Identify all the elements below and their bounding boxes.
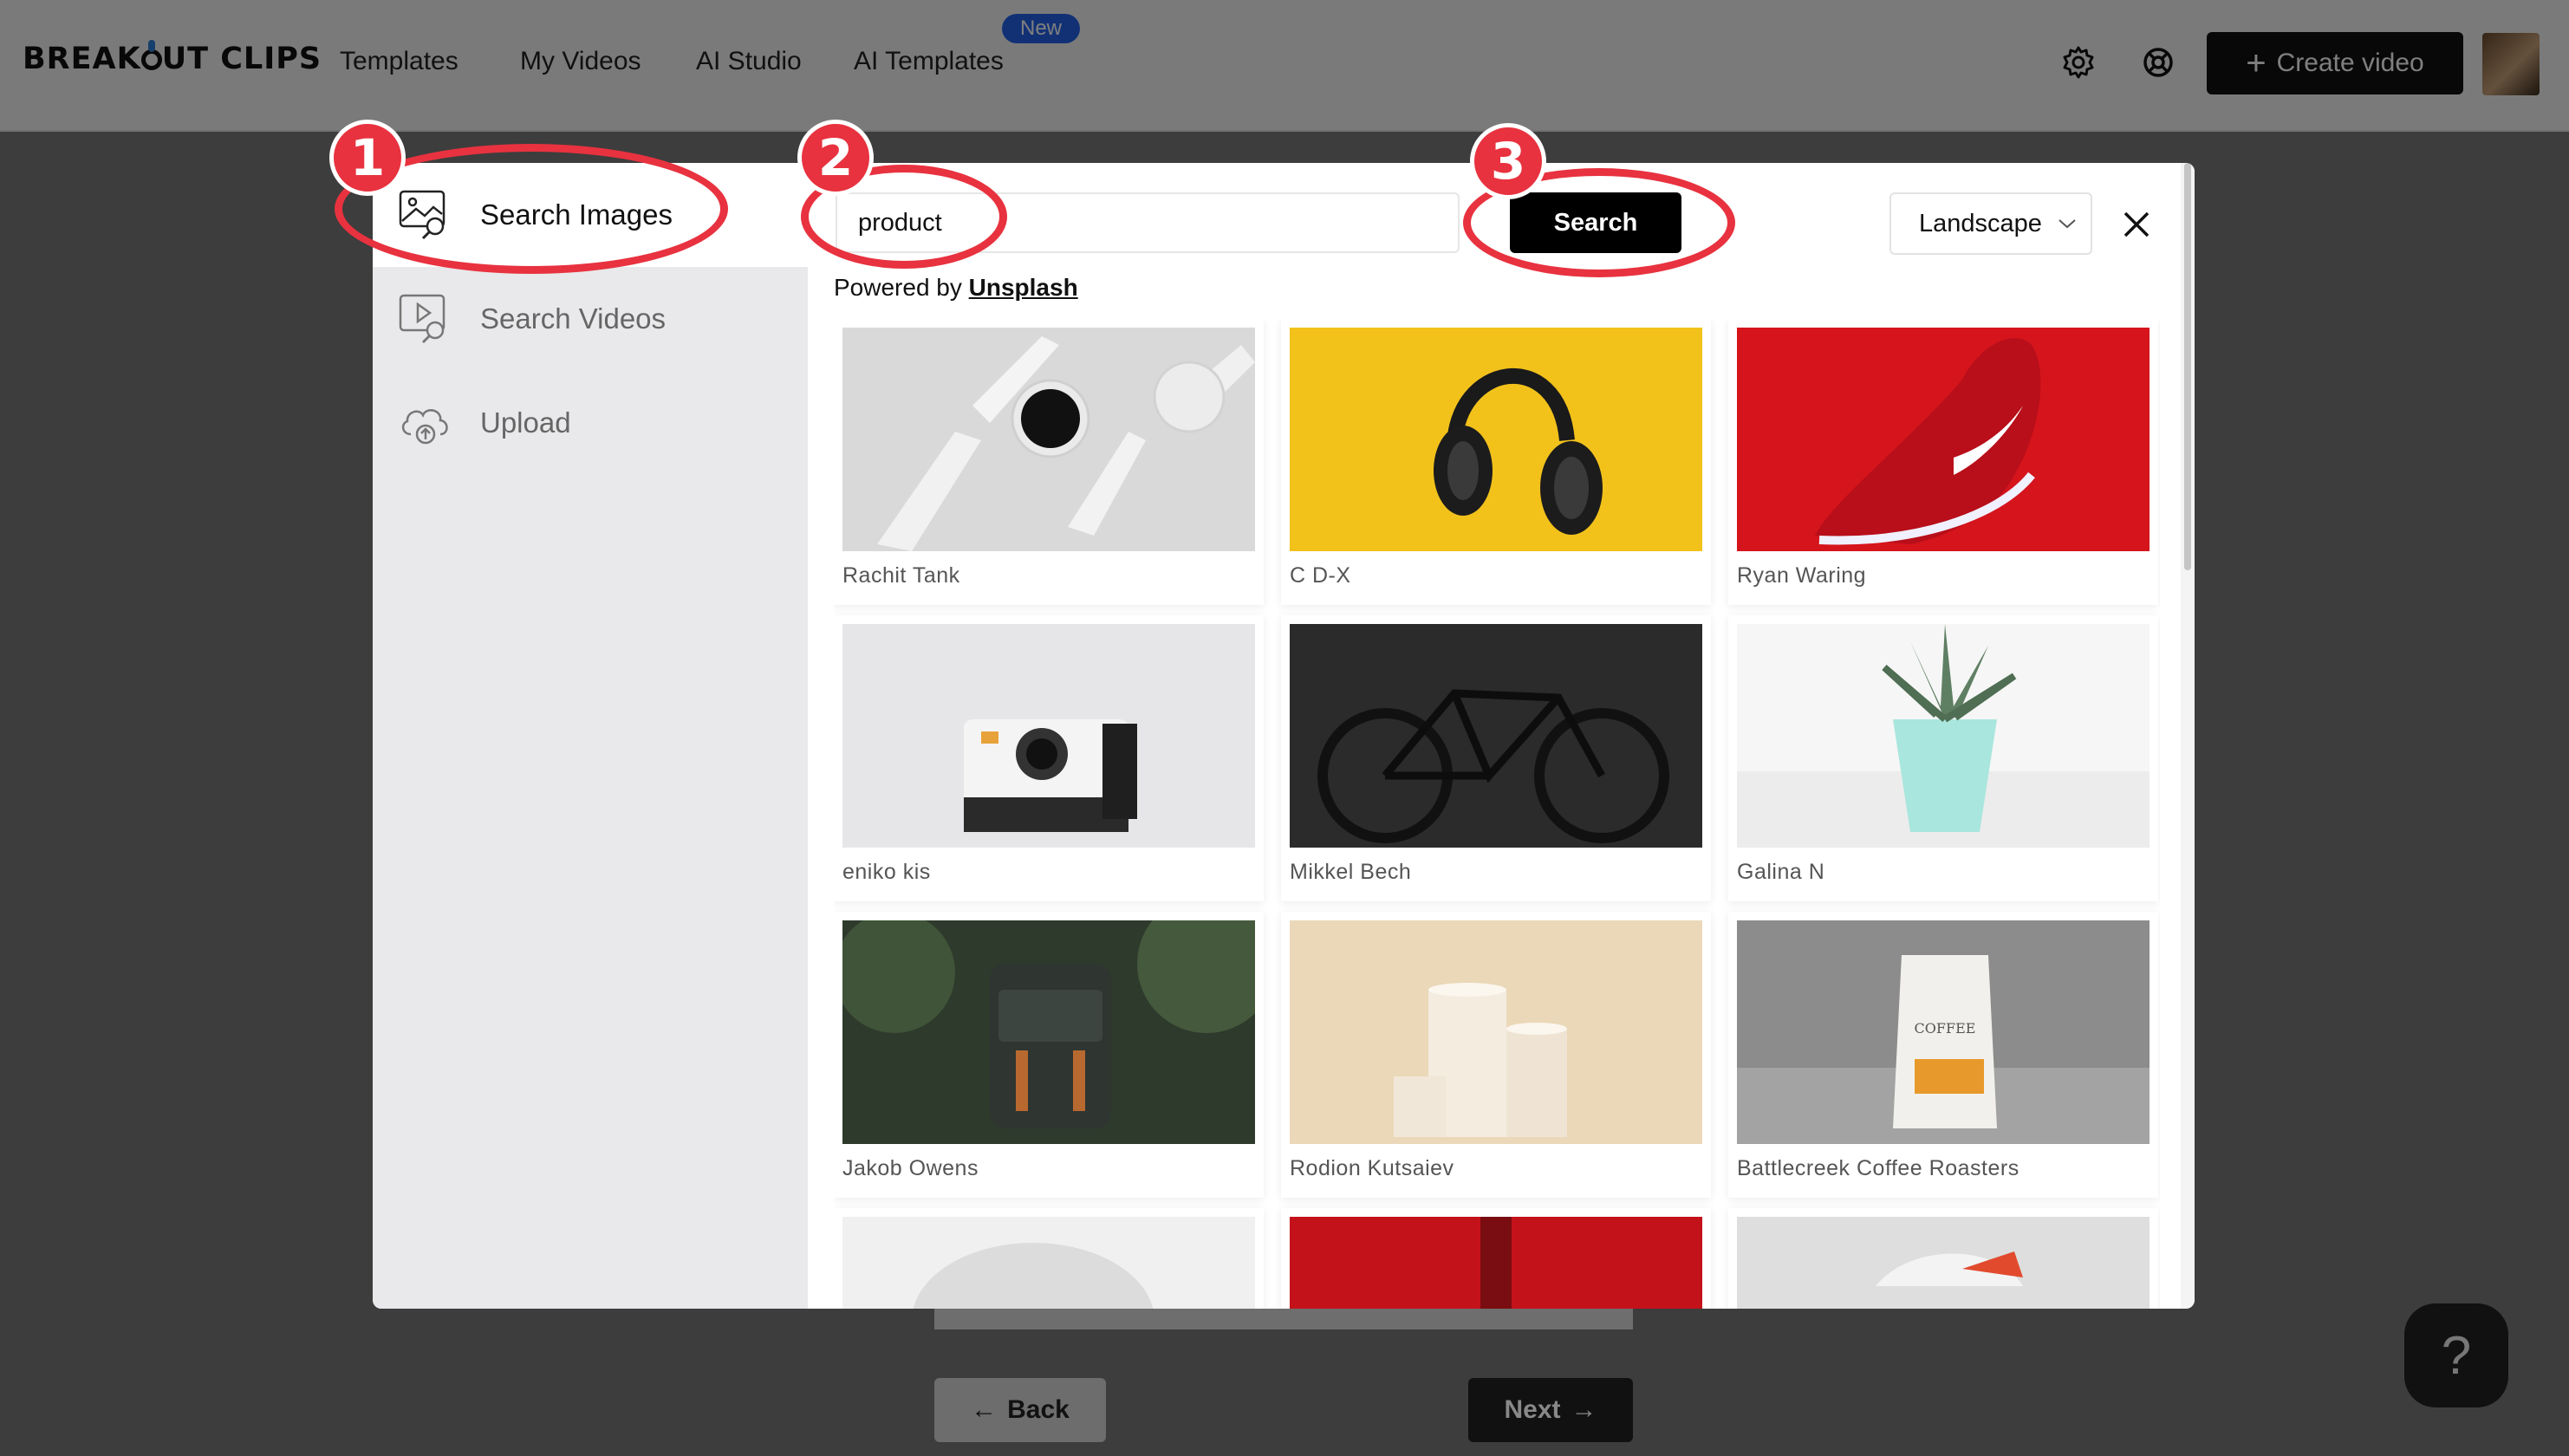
close-icon[interactable] <box>2120 208 2153 241</box>
image-result-card[interactable]: eniko kis <box>834 615 1264 901</box>
result-thumbnail <box>842 624 1255 848</box>
annotation-step-3: 3 <box>1470 123 1546 199</box>
result-thumbnail <box>1737 1217 2150 1309</box>
image-search-panel: Search Landscape Powered by Unsplash <box>808 163 2195 1309</box>
arrow-right-icon: → <box>1571 1395 1597 1424</box>
annotation-step-2: 2 <box>797 120 874 196</box>
image-result-card[interactable]: Galina N <box>1728 615 2158 901</box>
next-label: Next <box>1504 1395 1561 1424</box>
image-result-card[interactable]: Mikkel Bech <box>1281 615 1711 901</box>
orientation-select[interactable]: Landscape <box>1889 192 2092 255</box>
result-thumbnail <box>1290 920 1702 1144</box>
scrollbar-thumb[interactable] <box>2184 163 2191 570</box>
photographer-credit: C D-X <box>1290 563 1351 588</box>
image-result-card[interactable]: C D-X <box>1281 319 1711 605</box>
results-scrollbar[interactable] <box>2181 163 2195 1309</box>
chevron-down-icon <box>2058 219 2076 229</box>
svg-text:COFFEE: COFFEE <box>1915 1020 1976 1037</box>
result-thumbnail <box>1290 1217 1702 1309</box>
photographer-credit: Battlecreek Coffee Roasters <box>1737 1156 2019 1180</box>
photographer-credit: Rodion Kutsaiev <box>1290 1156 1454 1180</box>
next-button[interactable]: Next → <box>1468 1378 1633 1442</box>
result-thumbnail <box>1290 624 1702 848</box>
video-search-icon <box>399 294 446 344</box>
image-result-card[interactable]: Rodion Kutsaiev <box>1281 912 1711 1198</box>
annotation-step-1: 1 <box>329 120 406 196</box>
result-thumbnail <box>1737 328 2150 551</box>
cloud-upload-icon <box>401 409 448 445</box>
sidebar-item-upload[interactable]: Upload <box>373 371 808 475</box>
result-thumbnail <box>842 920 1255 1144</box>
attribution-prefix: Powered by <box>834 274 962 301</box>
photographer-credit: eniko kis <box>842 860 931 884</box>
sidebar-item-search-videos[interactable]: Search Videos <box>373 267 808 371</box>
image-result-card[interactable] <box>1281 1208 1711 1309</box>
photographer-credit: Rachit Tank <box>842 563 960 588</box>
image-result-card[interactable]: Jakob Owens <box>834 912 1264 1198</box>
arrow-left-icon: ← <box>971 1395 998 1424</box>
help-chat-button[interactable]: ? <box>2404 1303 2508 1407</box>
result-thumbnail <box>842 1217 1255 1309</box>
media-source-sidebar: Search Images Search Videos Upload <box>373 163 808 1309</box>
image-result-card[interactable]: Rachit Tank <box>834 319 1264 605</box>
image-result-card[interactable]: COFFEE Battlecreek Coffee Roasters <box>1728 912 2158 1198</box>
result-thumbnail <box>842 328 1255 551</box>
result-thumbnail <box>1290 328 1702 551</box>
orientation-value: Landscape <box>1919 209 2042 237</box>
attribution-text: Powered by Unsplash <box>834 274 1078 302</box>
unsplash-link[interactable]: Unsplash <box>969 274 1078 301</box>
photographer-credit: Jakob Owens <box>842 1156 979 1180</box>
back-label: Back <box>1007 1395 1070 1424</box>
photographer-credit: Mikkel Bech <box>1290 860 1412 884</box>
photographer-credit: Galina N <box>1737 860 1825 884</box>
sidebar-item-label: Upload <box>480 406 571 439</box>
sidebar-item-label: Search Videos <box>480 302 667 335</box>
image-result-card[interactable]: Ryan Waring <box>1728 319 2158 605</box>
image-result-card[interactable] <box>1728 1208 2158 1309</box>
result-thumbnail <box>1737 624 2150 848</box>
background-progress-bar <box>934 1305 1633 1329</box>
photographer-credit: Ryan Waring <box>1737 563 1867 588</box>
result-thumbnail: COFFEE <box>1737 920 2150 1144</box>
media-picker-modal: Search Images Search Videos Upload Searc… <box>373 163 2195 1309</box>
image-results-grid: Rachit Tank C D-X Ryan Waring eniko kis … <box>834 319 2160 1309</box>
image-result-card[interactable] <box>834 1208 1264 1309</box>
back-button[interactable]: ← Back <box>934 1378 1106 1442</box>
